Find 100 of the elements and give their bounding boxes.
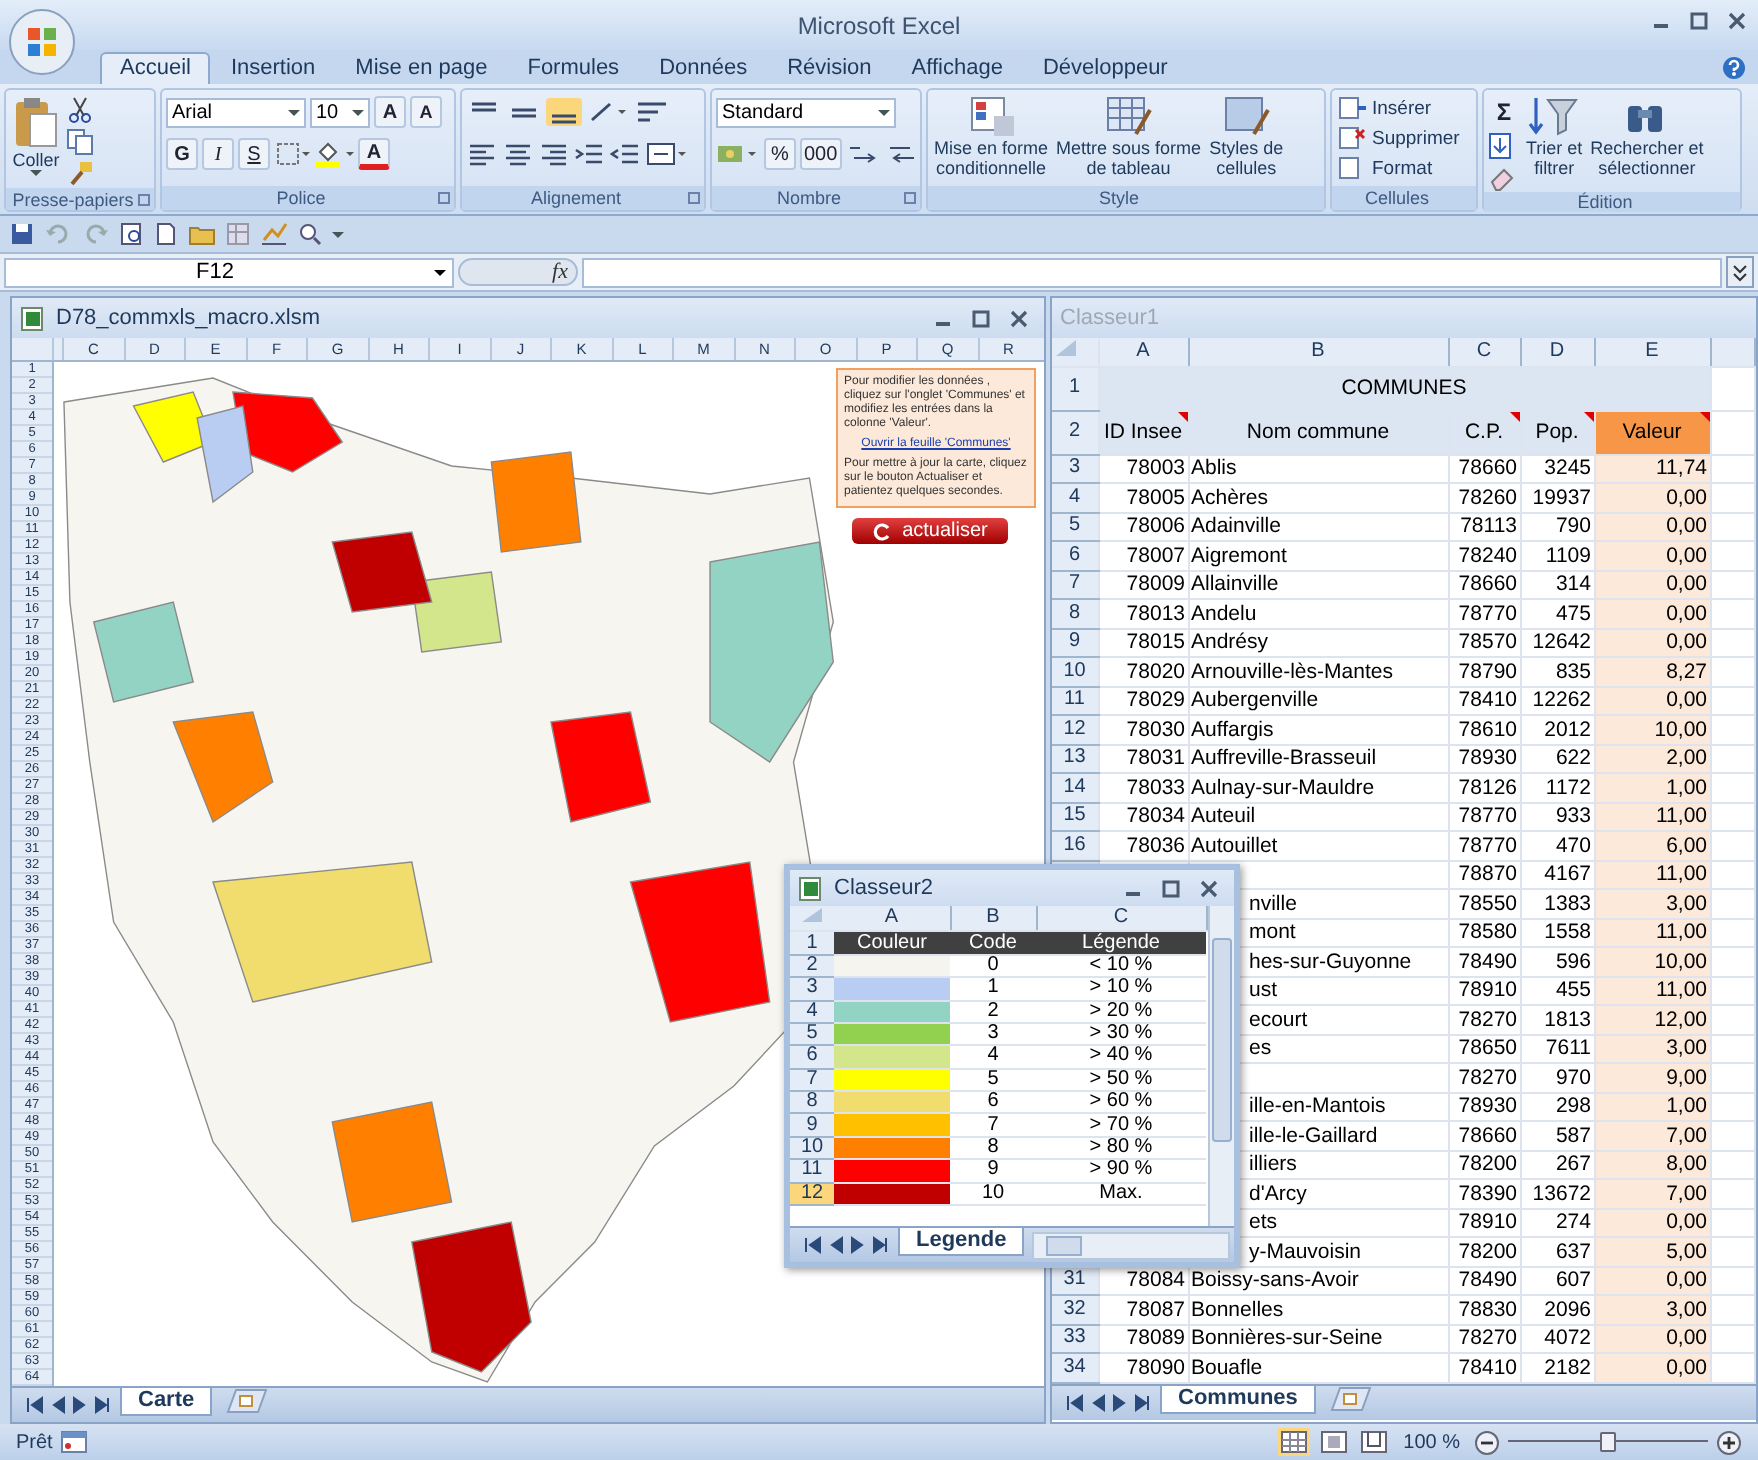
row-header[interactable]: 5 bbox=[1052, 512, 1098, 541]
fill-down-icon[interactable] bbox=[1488, 132, 1516, 160]
column-header[interactable]: B bbox=[1188, 338, 1448, 366]
text-align-icon[interactable] bbox=[466, 140, 498, 168]
new-document-icon[interactable] bbox=[154, 222, 178, 246]
insert-function-button[interactable]: fx bbox=[552, 260, 568, 284]
close-icon[interactable] bbox=[1728, 12, 1746, 30]
row-header[interactable]: 4 bbox=[1052, 483, 1098, 512]
fill-color-icon[interactable] bbox=[314, 140, 354, 168]
row-header[interactable]: 8 bbox=[790, 1091, 834, 1114]
row-header[interactable]: 11 bbox=[790, 1159, 834, 1183]
ribbon-tab[interactable]: Accueil bbox=[100, 52, 211, 84]
font-size-field[interactable]: 10 bbox=[310, 97, 370, 127]
slider-thumb[interactable] bbox=[1600, 1432, 1616, 1452]
row-header[interactable]: 14 bbox=[1052, 773, 1098, 802]
scissors-icon[interactable] bbox=[66, 96, 94, 124]
close-icon[interactable] bbox=[1200, 879, 1218, 897]
row-header[interactable]: 9 bbox=[1052, 628, 1098, 657]
grow-font-button[interactable]: A bbox=[374, 96, 406, 128]
cells-button[interactable]: Supprimer bbox=[1338, 124, 1460, 152]
refresh-button[interactable]: actualiser bbox=[852, 518, 1008, 544]
column-header[interactable]: C bbox=[1036, 906, 1206, 932]
indent-icon[interactable] bbox=[610, 140, 642, 168]
row-header[interactable]: 4 bbox=[790, 1000, 834, 1023]
row-header[interactable]: 6 bbox=[1052, 541, 1098, 570]
ribbon-tab[interactable]: Mise en page bbox=[335, 52, 508, 84]
row-header[interactable]: 15 bbox=[1052, 802, 1098, 831]
bold-button[interactable]: G bbox=[166, 138, 198, 170]
print-preview-icon[interactable] bbox=[120, 222, 144, 246]
scrollbar[interactable] bbox=[1032, 1232, 1230, 1260]
autosum-button[interactable]: Σ bbox=[1488, 96, 1520, 128]
wrap-text-icon[interactable] bbox=[634, 98, 670, 126]
text-align-icon[interactable] bbox=[502, 140, 534, 168]
row-header[interactable]: 11 bbox=[1052, 686, 1098, 715]
ribbon-tab[interactable]: Révision bbox=[767, 52, 892, 84]
row-header[interactable]: 13 bbox=[1052, 744, 1098, 773]
paintbrush-icon[interactable] bbox=[66, 160, 94, 188]
sheet-tab[interactable]: Carte bbox=[120, 1388, 213, 1416]
row-header[interactable]: 12 bbox=[790, 1182, 834, 1205]
row-header[interactable]: 2 bbox=[1052, 410, 1098, 454]
normal-view-icon[interactable] bbox=[1277, 1428, 1310, 1456]
row-header[interactable]: 10 bbox=[790, 1136, 834, 1160]
row-header[interactable]: 6 bbox=[790, 1045, 834, 1069]
caret-icon[interactable] bbox=[332, 231, 344, 237]
column-header[interactable]: E bbox=[1594, 338, 1710, 366]
ribbon-tab[interactable]: Données bbox=[639, 52, 768, 84]
thousands-button[interactable]: 000 bbox=[800, 138, 842, 170]
sheet-tab[interactable]: Legende bbox=[898, 1228, 1025, 1256]
font-color-button[interactable]: A bbox=[358, 138, 390, 170]
row-header[interactable]: 3 bbox=[790, 977, 834, 1001]
zoom-out-icon[interactable] bbox=[1474, 1429, 1500, 1455]
maximize-icon[interactable] bbox=[1690, 12, 1708, 30]
sort-filter-button[interactable]: Trier et filtrer bbox=[1524, 94, 1585, 178]
row-header[interactable]: 5 bbox=[790, 1022, 834, 1046]
scrollbar[interactable] bbox=[1207, 906, 1233, 1226]
shrink-font-button[interactable]: A bbox=[410, 96, 442, 128]
row-header[interactable]: 16 bbox=[1052, 831, 1098, 860]
column-header[interactable]: A bbox=[834, 906, 950, 932]
sheet-navigation-icon[interactable] bbox=[802, 1236, 890, 1254]
page-break-icon[interactable] bbox=[1357, 1428, 1390, 1456]
row-header[interactable]: 1 bbox=[790, 931, 834, 955]
column-header[interactable]: A bbox=[1098, 338, 1188, 366]
row-header[interactable]: 2 bbox=[790, 954, 834, 978]
row-header[interactable]: 9 bbox=[790, 1113, 834, 1137]
row-header[interactable]: 12 bbox=[1052, 715, 1098, 744]
cells-button[interactable]: Format bbox=[1338, 154, 1433, 182]
row-header[interactable]: 3 bbox=[1052, 454, 1098, 483]
sheet-navigation-icon[interactable] bbox=[1064, 1393, 1152, 1411]
find-select-button[interactable]: Rechercher et sélectionner bbox=[1588, 94, 1706, 178]
maximize-icon[interactable] bbox=[1162, 879, 1180, 897]
row-header[interactable]: 10 bbox=[1052, 657, 1098, 686]
page-layout-icon[interactable] bbox=[1317, 1428, 1350, 1456]
row-header[interactable]: 7 bbox=[1052, 570, 1098, 599]
borders-icon[interactable] bbox=[274, 140, 310, 168]
dialog-launcher-icon[interactable] bbox=[904, 192, 916, 204]
ribbon-tab[interactable]: Formules bbox=[507, 52, 640, 84]
ribbon-tab[interactable]: Insertion bbox=[210, 52, 336, 84]
dialog-launcher-icon[interactable] bbox=[138, 194, 150, 206]
dialog-launcher-icon[interactable] bbox=[688, 192, 700, 204]
zoom-in-icon[interactable] bbox=[1716, 1429, 1742, 1455]
zoom-level[interactable]: 100 % bbox=[1403, 1431, 1460, 1453]
underline-button[interactable]: S bbox=[238, 138, 270, 170]
sheet-navigation-icon[interactable] bbox=[24, 1396, 112, 1414]
column-header[interactable]: C bbox=[1448, 338, 1520, 366]
style-button[interactable]: Styles de cellules bbox=[1207, 94, 1286, 178]
expand-icon[interactable] bbox=[1726, 256, 1754, 288]
cells-button[interactable]: Insérer bbox=[1338, 94, 1432, 122]
orientation-icon[interactable] bbox=[586, 98, 630, 126]
row-header[interactable]: 34 bbox=[1052, 1353, 1098, 1382]
font-name-field[interactable]: Arial bbox=[166, 97, 306, 127]
italic-button[interactable]: I bbox=[202, 138, 234, 170]
name-box[interactable]: F12 bbox=[4, 257, 454, 287]
paste-button[interactable]: Coller bbox=[10, 94, 62, 176]
style-button[interactable]: Mise en forme conditionnelle bbox=[932, 94, 1051, 178]
sheet-tab[interactable]: Communes bbox=[1160, 1385, 1316, 1413]
column-header[interactable]: D bbox=[1520, 338, 1594, 366]
vertical-align-icon[interactable] bbox=[546, 98, 582, 126]
folder-icon[interactable] bbox=[188, 222, 216, 246]
save-icon[interactable] bbox=[10, 222, 34, 246]
help-icon[interactable] bbox=[1722, 55, 1746, 79]
